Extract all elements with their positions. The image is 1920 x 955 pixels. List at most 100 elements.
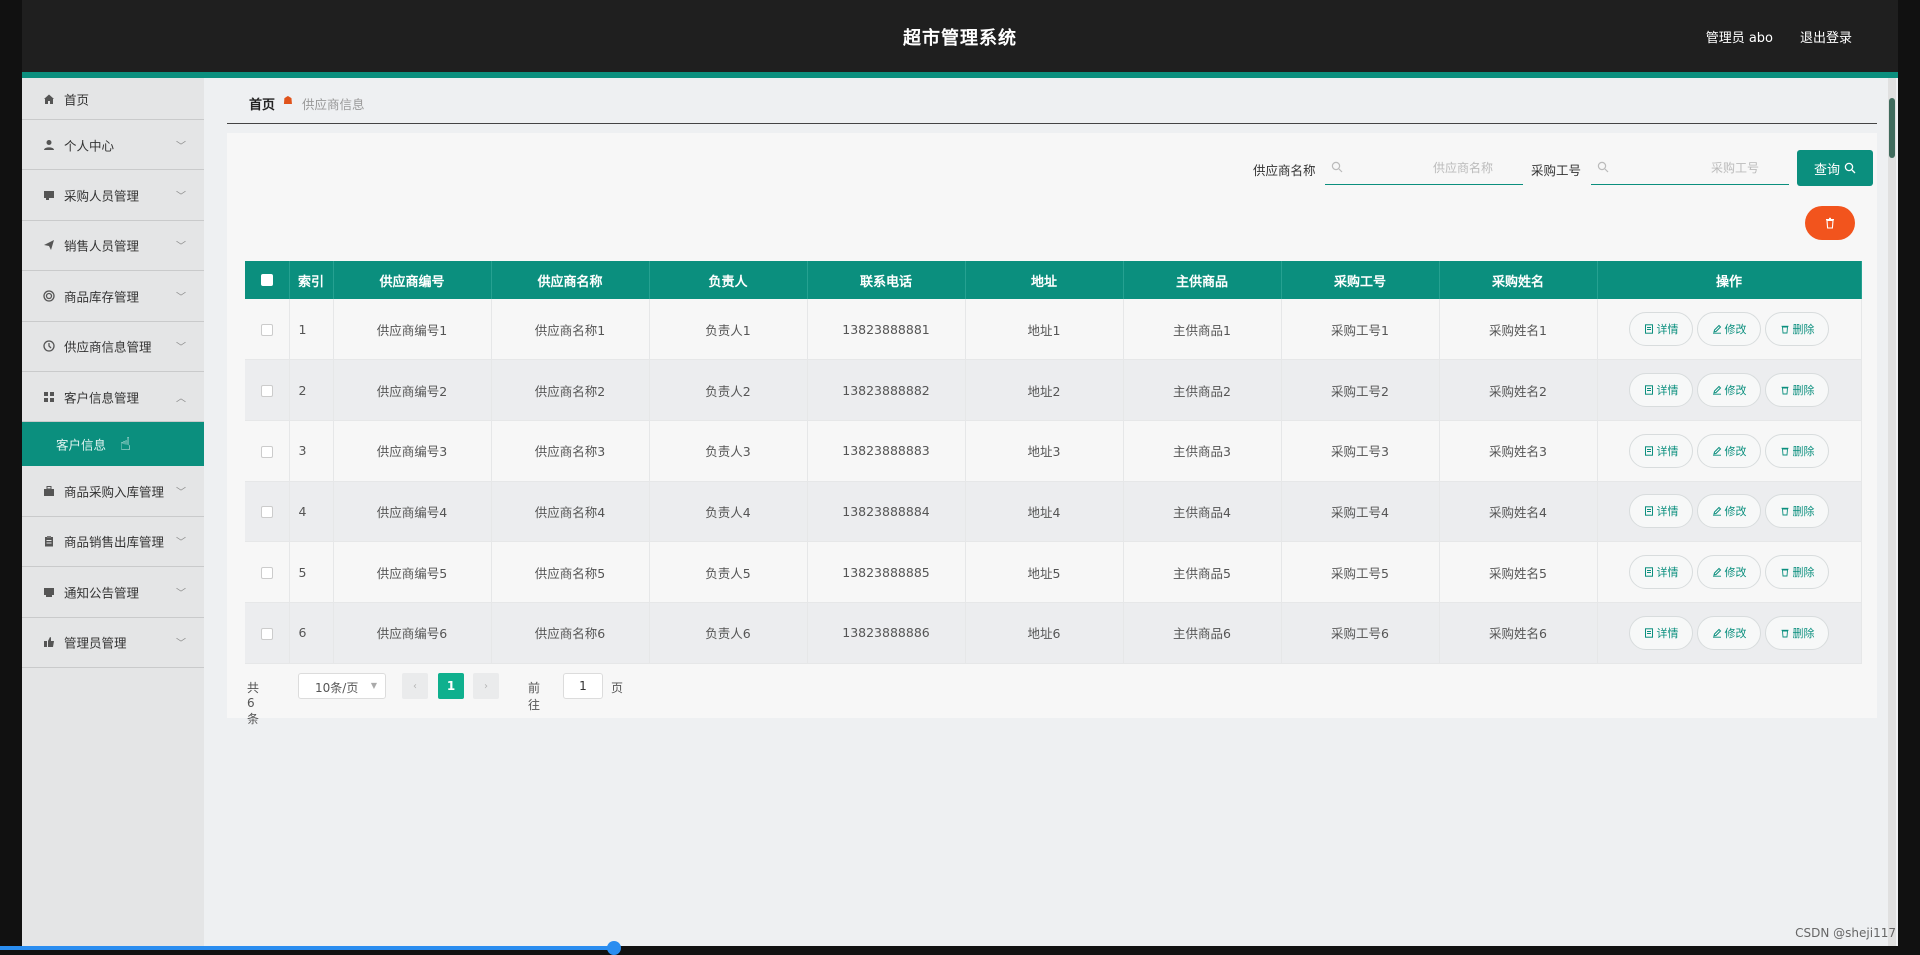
- chevron-up-icon: ︿: [176, 393, 186, 405]
- sidebar-item-personal-center[interactable]: 个人中心 ﹀: [22, 120, 204, 171]
- column-header: 采购工号: [1281, 261, 1440, 299]
- sidebar-item-sales-staff-management[interactable]: 销售人员管理 ﹀: [22, 220, 204, 272]
- search-icon: [1331, 161, 1343, 173]
- document-icon: [1644, 324, 1653, 334]
- edit-button[interactable]: 修改: [1697, 494, 1761, 529]
- row-checkbox[interactable]: [260, 627, 273, 640]
- table-cell: 主供商品1: [1123, 299, 1282, 361]
- row-checkbox[interactable]: [260, 567, 273, 580]
- table-cell: 13823888886: [807, 602, 966, 664]
- send-icon: [42, 238, 56, 252]
- sidebar-item-inventory-management[interactable]: 商品库存管理 ﹀: [22, 271, 204, 322]
- sidebar-subitem-customer-info[interactable]: 客户信息 ☝: [22, 422, 204, 467]
- table-cell: 采购工号2: [1281, 359, 1440, 421]
- progress-knob[interactable]: [607, 941, 621, 955]
- sidebar-item-purchase-inbound[interactable]: 商品采购入库管理 ﹀: [22, 466, 204, 517]
- sidebar-item-sales-outbound[interactable]: 商品销售出库管理 ﹀: [22, 516, 204, 568]
- document-icon: [1644, 385, 1653, 395]
- vertical-scrollbar[interactable]: [1888, 78, 1896, 950]
- edit-button[interactable]: 修改: [1697, 555, 1761, 590]
- buyer-code-label: 采购工号: [1531, 163, 1582, 178]
- goto-label: 前往: [528, 681, 541, 712]
- table-cell: 采购姓名2: [1439, 359, 1598, 421]
- sidebar-item-home[interactable]: 首页: [22, 78, 204, 120]
- detail-button[interactable]: 详情: [1629, 312, 1693, 347]
- row-select-cell: [245, 420, 290, 482]
- breadcrumb-home[interactable]: 首页: [249, 94, 275, 113]
- detail-button[interactable]: 详情: [1629, 494, 1693, 529]
- row-checkbox[interactable]: [260, 506, 273, 519]
- edit-button[interactable]: 修改: [1697, 312, 1761, 347]
- supplier-name-input[interactable]: [1351, 151, 1521, 185]
- page-number-current[interactable]: 1: [438, 673, 464, 699]
- sidebar-item-label: 商品库存管理: [64, 289, 140, 305]
- detail-button[interactable]: 详情: [1629, 615, 1693, 650]
- video-progress-bar[interactable]: [0, 941, 1920, 955]
- goto-page-input[interactable]: [563, 673, 603, 699]
- sidebar-item-supplier-management[interactable]: 供应商信息管理 ﹀: [22, 321, 204, 372]
- delete-button[interactable]: 删除: [1765, 433, 1829, 468]
- edit-button[interactable]: 修改: [1697, 373, 1761, 408]
- delete-button[interactable]: 删除: [1765, 312, 1829, 347]
- table-cell: 负责人3: [649, 420, 808, 482]
- table-cell: 地址6: [965, 602, 1124, 664]
- detail-button[interactable]: 详情: [1629, 433, 1693, 468]
- edit-icon: [1712, 628, 1721, 638]
- chevron-down-icon: ﹀: [176, 342, 186, 354]
- select-all-checkbox[interactable]: [260, 274, 273, 286]
- edit-icon: [1712, 507, 1721, 517]
- box-icon: [42, 484, 56, 498]
- chevron-down-icon: ▼: [370, 681, 377, 690]
- table-cell: 供应商编号1: [333, 299, 492, 361]
- breadcrumb: 首页 ☗ 供应商信息: [227, 78, 1877, 124]
- sidebar-item-customer-management[interactable]: 客户信息管理 ︿: [22, 371, 204, 423]
- table-header-row: 索引 供应商编号 供应商名称 负责人 联系电话 地址 主供商品 采购工号 采购姓…: [245, 261, 1862, 299]
- column-header: 主供商品: [1123, 261, 1282, 299]
- next-page-button[interactable]: ›: [473, 673, 499, 699]
- clock-icon: [42, 339, 56, 353]
- table-body: 1 供应商编号1 供应商名称1 负责人1 13823888881 地址1 主供商品1 采购工号…: [245, 299, 1862, 664]
- detail-button[interactable]: 详情: [1629, 555, 1693, 590]
- table-cell: 供应商名称2: [491, 359, 650, 421]
- page-size-select[interactable]: 10条/页 ▼: [298, 673, 386, 699]
- table-row: 6 供应商编号6 供应商名称6 负责人6 13823888886 地址6 主供商品6 采购工号…: [245, 602, 1862, 664]
- current-user: 管理员 abo: [1705, 31, 1773, 46]
- table-cell: 负责人5: [649, 541, 808, 603]
- logout-link[interactable]: 退出登录: [1800, 27, 1852, 46]
- table-cell: 5: [289, 541, 334, 603]
- sidebar-item-admin-management[interactable]: 管理员管理 ﹀: [22, 617, 204, 668]
- prev-page-button[interactable]: ‹: [402, 673, 428, 699]
- row-checkbox[interactable]: [260, 324, 273, 337]
- column-header: 操作: [1597, 261, 1862, 299]
- delete-button[interactable]: 删除: [1765, 494, 1829, 529]
- chevron-left-icon: ‹: [413, 680, 417, 692]
- select-all-cell: [245, 261, 290, 299]
- sidebar-item-buyer-management[interactable]: 采购人员管理 ﹀: [22, 170, 204, 221]
- delete-button[interactable]: 删除: [1765, 555, 1829, 590]
- edit-button[interactable]: 修改: [1697, 615, 1761, 650]
- table-cell: 采购姓名3: [1439, 420, 1598, 482]
- batch-delete-button[interactable]: [1805, 206, 1855, 240]
- table-cell: 供应商名称3: [491, 420, 650, 482]
- row-checkbox[interactable]: [260, 385, 273, 398]
- table-cell: 采购工号6: [1281, 602, 1440, 664]
- edit-button[interactable]: 修改: [1697, 433, 1761, 468]
- edit-button-label: 修改: [1724, 444, 1747, 458]
- sidebar-item-label: 首页: [64, 92, 90, 107]
- main-panel: 供应商名称 采购工号 查询 索引 供应商编号: [227, 133, 1877, 726]
- document-icon: [1644, 567, 1653, 577]
- table-cell: 供应商名称1: [491, 299, 650, 361]
- watermark: CSDN @sheji117: [1795, 926, 1896, 940]
- delete-button[interactable]: 删除: [1765, 373, 1829, 408]
- detail-button-label: 详情: [1656, 505, 1679, 519]
- table-cell: 13823888882: [807, 359, 966, 421]
- row-checkbox[interactable]: [260, 445, 273, 458]
- buyer-code-input[interactable]: [1617, 151, 1787, 185]
- scrollbar-thumb[interactable]: [1889, 98, 1895, 158]
- query-button[interactable]: 查询: [1797, 150, 1873, 186]
- delete-button[interactable]: 删除: [1765, 615, 1829, 650]
- detail-button[interactable]: 详情: [1629, 373, 1693, 408]
- supplier-name-search: [1325, 151, 1523, 185]
- sidebar-item-label: 商品采购入库管理: [64, 484, 165, 500]
- sidebar-item-notice-management[interactable]: 通知公告管理 ﹀: [22, 567, 204, 618]
